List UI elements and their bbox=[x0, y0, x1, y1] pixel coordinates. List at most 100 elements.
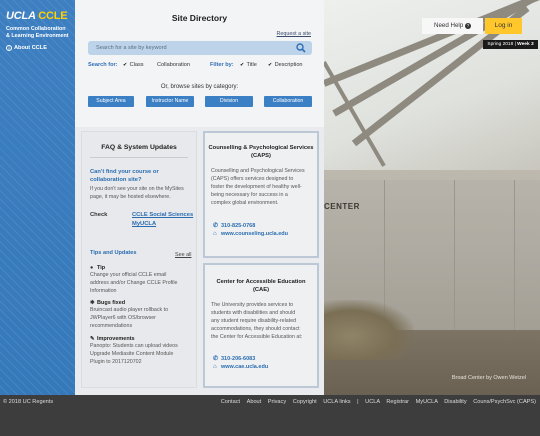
cae-phone: 310-206-6083 bbox=[221, 356, 256, 362]
cant-find-link[interactable]: Can't find your course or collaboration … bbox=[90, 168, 159, 184]
cae-title-line1: Center for Accessible Education bbox=[216, 279, 306, 285]
search-for-class-label: Class bbox=[129, 62, 144, 68]
cae-body-line: any student require disability-related bbox=[211, 318, 297, 324]
see-all-link[interactable]: See all bbox=[175, 252, 191, 258]
cae-body-line: The University provides services to bbox=[211, 302, 294, 308]
filter-description-checkbox[interactable]: ✔ Description bbox=[268, 62, 303, 68]
caps-body-line: complex global environment. bbox=[211, 200, 279, 206]
login-button[interactable]: Log in bbox=[485, 18, 522, 34]
about-ccle-label: About CCLE bbox=[14, 45, 47, 51]
ccle-social-sciences-link[interactable]: CCLE Social Sciences bbox=[132, 212, 193, 218]
category-instructor-name-button[interactable]: Instructor Name bbox=[146, 96, 194, 107]
improvements-line: Upgrade Mediasite Content Module bbox=[90, 351, 174, 357]
search-input[interactable]: Search for a site by keyword bbox=[88, 41, 312, 55]
info-icon: i bbox=[6, 45, 12, 51]
ccle-logo[interactable]: UCLA CCLE bbox=[6, 10, 68, 22]
request-site-link[interactable]: Request a site bbox=[277, 31, 311, 37]
cae-phone-link[interactable]: ✆ 310-206-6083 bbox=[213, 355, 255, 362]
filter-by-label: Filter by: bbox=[210, 62, 234, 68]
category-collaboration-button[interactable]: Collaboration bbox=[264, 96, 312, 107]
home-icon: ⌂ bbox=[213, 231, 217, 237]
cae-body-line: accommodations, they should contact bbox=[211, 326, 300, 332]
category-subject-area-button[interactable]: Subject Area bbox=[88, 96, 134, 107]
photo-wall-seam bbox=[454, 180, 455, 330]
cae-website-link[interactable]: ⌂ www.cae.ucla.edu bbox=[213, 364, 268, 370]
need-help-button[interactable]: Need Help ? bbox=[422, 18, 483, 34]
caps-body-line: Counselling and Psychological Services bbox=[211, 168, 305, 174]
checkmark-icon: ✔ bbox=[268, 62, 273, 68]
caps-body-line: (CAPS) offers services designed to bbox=[211, 176, 294, 182]
search-for-class-checkbox[interactable]: ✔ Class bbox=[123, 62, 144, 68]
footer-copyright: © 2018 UC Regents bbox=[3, 399, 54, 405]
footer-link-ucla-links[interactable]: UCLA links bbox=[323, 399, 350, 405]
phone-icon: ✆ bbox=[213, 223, 219, 229]
footer-link-contact[interactable]: Contact bbox=[221, 399, 240, 405]
page-title: Site Directory bbox=[171, 13, 228, 23]
caps-body: Counselling and Psychological Services (… bbox=[211, 167, 305, 207]
background-photo: CENTER Broad Center by Owen Wetzel bbox=[324, 0, 540, 395]
caps-website: www.counseling.ucla.edu bbox=[221, 231, 289, 237]
faq-divider bbox=[90, 157, 188, 158]
tip-line: Change your official CCLE email bbox=[90, 272, 167, 278]
search-icon[interactable] bbox=[296, 43, 306, 53]
search-for-collaboration-checkbox[interactable]: Collaboration bbox=[157, 62, 190, 68]
caps-title: Counselling & Psychological Services (CA… bbox=[205, 144, 317, 160]
logo-subtitle: Common Collaboration & Learning Environm… bbox=[6, 26, 74, 40]
cant-find-line1: Can't find your course or bbox=[90, 169, 159, 175]
footer-link-caps[interactable]: Couns/PsychSvc (CAPS) bbox=[473, 399, 536, 405]
footer-link-ucla[interactable]: UCLA bbox=[365, 399, 380, 405]
tip-line: address and/or Change CCLE Profile bbox=[90, 280, 178, 286]
filter-by-group: Filter by: bbox=[210, 62, 234, 68]
myucla-link[interactable]: MyUCLA bbox=[132, 221, 156, 227]
footer-link-registrar[interactable]: Registrar bbox=[386, 399, 409, 405]
footer-links: Contact About Privacy Copyright UCLA lin… bbox=[216, 399, 536, 405]
footer-link-about[interactable]: About bbox=[247, 399, 262, 405]
cae-website: www.cae.ucla.edu bbox=[221, 364, 269, 370]
filter-title-label: Title bbox=[246, 62, 257, 68]
footer-link-myucla[interactable]: MyUCLA bbox=[416, 399, 438, 405]
cae-title-line2: (CAE) bbox=[252, 287, 270, 293]
logo-subtitle-line1: Common Collaboration bbox=[6, 26, 66, 32]
caps-phone-link[interactable]: ✆ 310-825-0768 bbox=[213, 222, 255, 229]
footer-link-privacy[interactable]: Privacy bbox=[268, 399, 286, 405]
photo-credit[interactable]: Broad Center by Owen Wetzel bbox=[452, 375, 526, 381]
improvements-line: Plugin to 2017120702 bbox=[90, 359, 142, 365]
checkmark-icon: ✔ bbox=[240, 62, 245, 68]
bugs-line: JWPlayer6 with OS/browser bbox=[90, 315, 156, 321]
photo-plant bbox=[324, 300, 414, 360]
cant-find-body-line1: If you don't see your site on the MySite… bbox=[90, 186, 184, 192]
logo-subtitle-line2: & Learning Environment bbox=[6, 33, 69, 39]
tip-item: ● Tip Change your official CCLE email add… bbox=[90, 265, 177, 295]
checkmark-icon: ✔ bbox=[123, 62, 128, 68]
photo-sign-text: CENTER bbox=[324, 202, 360, 211]
tip-line: Information bbox=[90, 288, 117, 294]
search-placeholder: Search for a site by keyword bbox=[96, 45, 167, 51]
term-label: Spring 2018 bbox=[487, 42, 514, 47]
question-icon: ? bbox=[464, 23, 471, 29]
term-badge: Spring 2018 | Week 3 bbox=[483, 40, 538, 49]
footer-link-disability[interactable]: Disability bbox=[444, 399, 466, 405]
footer-link-copyright[interactable]: Copyright bbox=[293, 399, 317, 405]
cae-title: Center for Accessible Education (CAE) bbox=[205, 278, 317, 294]
phone-icon: ✆ bbox=[213, 356, 219, 362]
sidebar-pattern bbox=[0, 0, 75, 395]
caps-website-link[interactable]: ⌂ www.counseling.ucla.edu bbox=[213, 231, 288, 237]
filter-title-checkbox[interactable]: ✔ Title bbox=[240, 62, 257, 68]
need-help-label: Need Help bbox=[434, 22, 464, 29]
sidebar: UCLA CCLE Common Collaboration & Learnin… bbox=[0, 0, 75, 395]
footer: © 2018 UC Regents Contact About Privacy … bbox=[0, 395, 540, 436]
bugs-line: recommendations bbox=[90, 323, 133, 329]
category-division-button[interactable]: Division bbox=[205, 96, 253, 107]
caps-phone: 310-825-0768 bbox=[221, 223, 256, 229]
cant-find-body: If you don't see your site on the MySite… bbox=[90, 185, 184, 201]
browse-text: Or, browse sites by category: bbox=[160, 84, 239, 90]
search-for-collaboration-label: Collaboration bbox=[157, 62, 190, 68]
logo-ccle: CCLE bbox=[38, 10, 68, 22]
improvements-line: Panopto: Students can upload videos bbox=[90, 343, 178, 349]
search-for-label: Search for: bbox=[88, 62, 118, 68]
footer-separator: | bbox=[357, 399, 359, 405]
tips-title: Tips and Updates bbox=[90, 250, 137, 256]
faq-card: FAQ & System Updates Can't find your cou… bbox=[81, 131, 197, 388]
about-ccle-link[interactable]: i About CCLE bbox=[6, 45, 47, 51]
search-for-group: Search for: bbox=[88, 62, 118, 68]
